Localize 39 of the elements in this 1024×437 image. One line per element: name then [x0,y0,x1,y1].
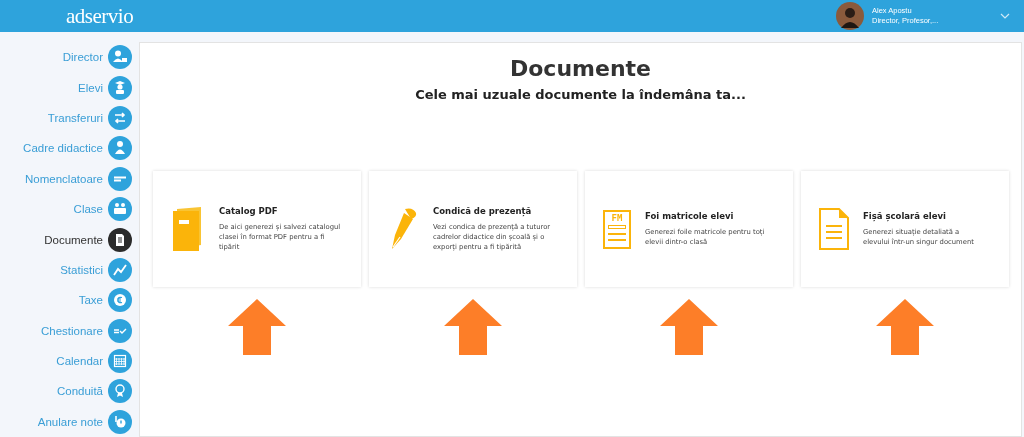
euro-icon [108,288,132,313]
card-title: Condică de prezență [433,206,533,216]
form-icon: FM [603,209,631,249]
bars-icon [108,166,132,191]
sidebar-item[interactable]: Anulare note [0,406,139,437]
sidebar-item[interactable]: Director [0,42,139,73]
logo[interactable]: adservio [66,3,134,29]
page-title: Documente [509,56,652,81]
document-icon [819,208,849,250]
document-icon [108,227,132,252]
avatar[interactable] [836,2,864,30]
sidebar-item[interactable]: Documente [0,224,139,255]
transfer-icon [108,105,132,130]
arrow-up-icon [876,299,934,355]
class-icon [108,197,132,222]
sidebar-item[interactable]: Statistici [0,254,139,286]
teacher-icon [108,136,132,161]
student-icon [108,75,132,100]
sidebar-item[interactable]: Elevi [0,72,139,103]
sidebar-item[interactable]: Calendar [0,345,139,377]
sidebar-item[interactable]: Conduită [0,376,139,407]
sidebar-item[interactable]: Chestionare [0,315,139,346]
sidebar-item[interactable]: Transferuri [0,102,139,134]
sidebar-item[interactable]: Cadre didactice [0,133,139,164]
sidebar-item[interactable]: Taxe [0,285,139,316]
arrow-up-icon [660,299,718,355]
page-subtitle: Cele mai uzuale documente la îndemâna ta... [414,87,747,102]
arrow-up-icon [444,299,502,355]
sidebar-item[interactable]: Clase [0,193,139,225]
check-icon [108,318,132,343]
medal-icon [108,379,132,404]
card-title: Foi matricole elevi [645,211,735,221]
card-title: Fișă școlară elevi [863,211,947,221]
sidebar-item[interactable]: Nomenclatoare [0,163,139,194]
card-title: Catalog PDF [219,206,279,216]
arrow-up-icon [228,299,286,355]
director-icon [108,45,132,70]
chart-icon [108,257,132,282]
calendar-icon [108,349,132,374]
